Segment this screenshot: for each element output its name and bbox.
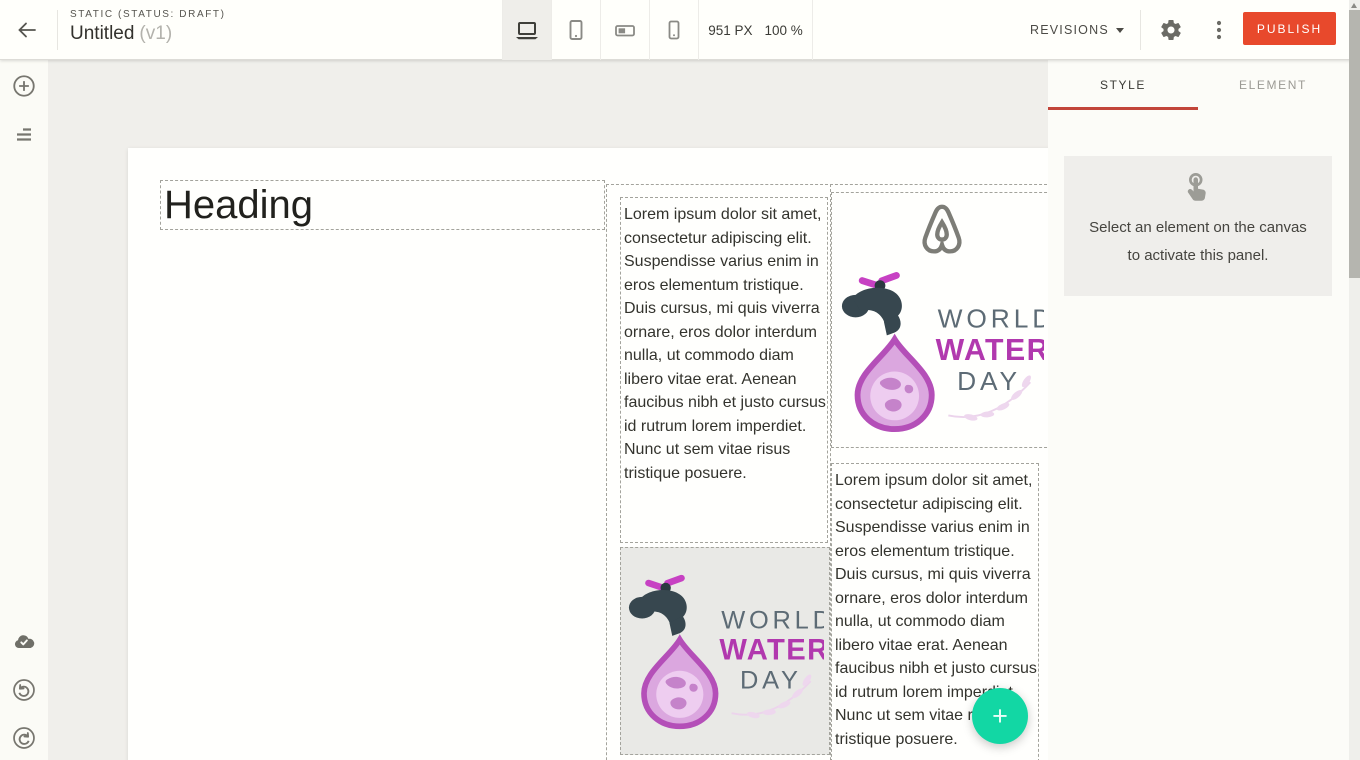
wwd-word-day: DAY: [740, 667, 802, 695]
canvas-page[interactable]: Heading Lorem ipsum dolor sit amet, cons…: [128, 148, 1080, 760]
gear-icon: [1159, 18, 1183, 42]
device-preview-switcher: 951 PX 100 %: [502, 0, 813, 60]
redo-icon: [11, 725, 37, 751]
document-title: Untitled: [70, 23, 134, 44]
autosave-status-button[interactable]: [8, 626, 40, 658]
device-desktop-button[interactable]: [503, 0, 552, 60]
redo-button[interactable]: [8, 722, 40, 754]
arrow-left-icon: [15, 18, 39, 42]
back-button[interactable]: [10, 14, 44, 46]
device-tablet-button[interactable]: [552, 0, 601, 60]
world-water-day-image: WORLD WATER DAY: [839, 267, 1044, 435]
properties-panel: STYLE ELEMENT Select an element on the c…: [1048, 60, 1349, 760]
tablet-icon: [564, 18, 588, 42]
airbnb-logo-icon: [911, 199, 973, 261]
canvas-zoom-value: 100 %: [765, 23, 803, 38]
tab-style[interactable]: STYLE: [1048, 60, 1198, 110]
heading-block[interactable]: Heading: [160, 180, 605, 230]
image-block[interactable]: WORLD WATER DAY: [831, 192, 1052, 448]
tap-pointer-icon: [1180, 170, 1216, 206]
canvas-size-indicator: 951 PX 100 %: [699, 0, 813, 60]
device-mobile-portrait-button[interactable]: [650, 0, 699, 60]
text-block[interactable]: Lorem ipsum dolor sit amet, consectetur …: [620, 197, 828, 543]
document-status-label: STATIC (STATUS: DRAFT): [70, 9, 226, 20]
revisions-dropdown[interactable]: REVISIONS: [1022, 0, 1132, 60]
outline-structure-button[interactable]: [8, 118, 40, 150]
panel-tabs: STYLE ELEMENT: [1048, 60, 1349, 110]
canvas-width-value: 951 PX: [708, 23, 752, 38]
active-tab-underline: [1048, 107, 1198, 110]
tab-element[interactable]: ELEMENT: [1198, 60, 1348, 110]
chevron-down-icon: [1116, 28, 1124, 33]
undo-icon: [11, 677, 37, 703]
settings-button[interactable]: [1156, 14, 1186, 46]
add-element-fab[interactable]: +: [972, 688, 1028, 744]
placeholder-line-1: Select an element on the canvas: [1089, 214, 1307, 242]
revisions-label: REVISIONS: [1030, 23, 1109, 37]
wwd-word-day: DAY: [957, 366, 1021, 396]
image-block-gray[interactable]: WORLD WATER DAY: [620, 547, 830, 755]
outline-list-icon: [12, 122, 36, 146]
row-guide-line: [606, 184, 1052, 185]
wwd-word-world: WORLD: [938, 304, 1044, 334]
scrollbar-thumb[interactable]: [1349, 10, 1360, 278]
wwd-word-water: WATER: [936, 334, 1044, 367]
add-circle-icon: [11, 73, 37, 99]
heading-text: Heading: [161, 181, 604, 229]
toolbar-divider: [1140, 10, 1141, 50]
document-title-block: STATIC (STATUS: DRAFT) Untitled(v1): [70, 9, 226, 45]
autosave-cloud-check-icon: [10, 630, 38, 654]
publish-button[interactable]: PUBLISH: [1243, 12, 1336, 45]
panel-placeholder: Select an element on the canvas to activ…: [1064, 156, 1332, 296]
scroll-up-arrow-icon[interactable]: [1351, 3, 1357, 8]
more-options-button[interactable]: [1206, 14, 1232, 46]
desktop-icon: [514, 18, 540, 42]
placeholder-line-2: to activate this panel.: [1089, 242, 1307, 270]
mobile-landscape-icon: [613, 18, 637, 42]
left-toolbar: [0, 60, 48, 760]
toolbar-divider: [57, 10, 58, 50]
wwd-word-world: WORLD: [721, 606, 824, 634]
document-version: (v1): [139, 23, 172, 44]
undo-button[interactable]: [8, 674, 40, 706]
wwd-word-water: WATER: [719, 634, 824, 666]
device-mobile-landscape-button[interactable]: [601, 0, 650, 60]
mobile-portrait-icon: [662, 18, 686, 42]
editor-workspace: Heading Lorem ipsum dolor sit amet, cons…: [48, 60, 1048, 760]
vertical-scrollbar[interactable]: [1349, 0, 1360, 760]
column-guide-line: [606, 184, 607, 760]
world-water-day-image: WORLD WATER DAY: [626, 570, 824, 732]
add-content-button[interactable]: [8, 70, 40, 102]
kebab-menu-icon: [1216, 18, 1222, 42]
paragraph-text: Lorem ipsum dolor sit amet, consectetur …: [624, 203, 827, 485]
top-toolbar: STATIC (STATUS: DRAFT) Untitled(v1): [0, 0, 1360, 60]
